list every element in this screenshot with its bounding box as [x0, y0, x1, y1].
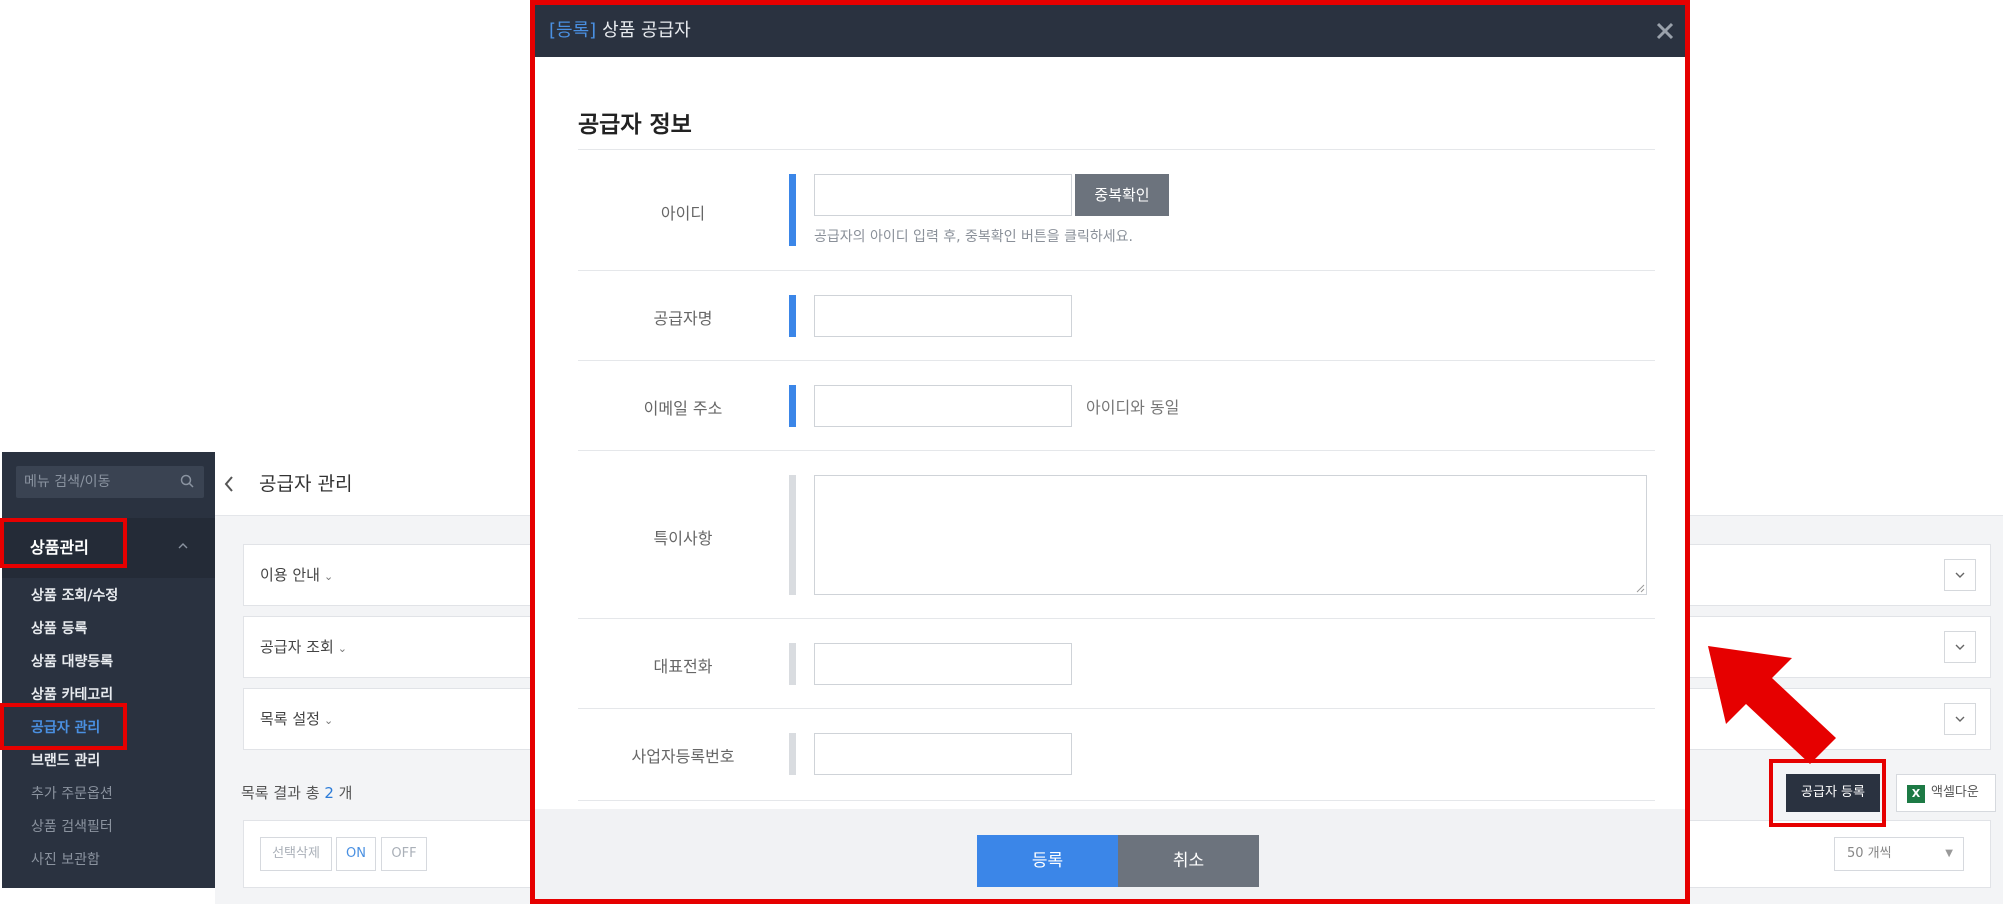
excel-icon: X — [1907, 785, 1925, 803]
supplier-form: 아이디 중복확인 공급자의 아이디 입력 후, 중복확인 버튼을 클릭하세요. … — [578, 149, 1655, 801]
search-panel-label: 공급자 조회 — [260, 638, 334, 656]
guide-panel-toggle[interactable] — [1944, 559, 1976, 591]
close-icon[interactable] — [1653, 19, 1677, 43]
supplier-register-modal: [등록] 상품 공급자 공급자 정보 아이디 중복확인 공급자의 아이디 입력 후… — [530, 0, 1690, 904]
required-indicator — [789, 174, 796, 246]
phone-label: 대표전화 — [653, 657, 713, 676]
per-page-value: 50 개씩 — [1847, 846, 1892, 861]
email-note: 아이디와 동일 — [1086, 398, 1180, 417]
caret-down-icon: ⌄ — [323, 570, 334, 583]
search-panel-toggle[interactable] — [1944, 631, 1976, 663]
phone-input[interactable] — [814, 643, 1072, 685]
guide-panel-title[interactable]: 이용 안내 ⌄ — [260, 545, 333, 607]
optional-indicator — [789, 733, 796, 775]
sidebar-item-photo-storage[interactable]: 사진 보관함 — [2, 844, 215, 877]
form-row-id: 아이디 중복확인 공급자의 아이디 입력 후, 중복확인 버튼을 클릭하세요. — [578, 150, 1655, 271]
caret-down-icon: ⌄ — [337, 642, 347, 655]
highlight-register-supplier — [1769, 759, 1886, 827]
highlight-supplier-management — [0, 703, 127, 750]
excel-download-label: 액셀다운 — [1931, 785, 1979, 800]
sidebar-item-product-search[interactable]: 상품 조회/수정 — [2, 580, 215, 613]
menu-search-placeholder: 메뉴 검색/이동 — [24, 474, 111, 490]
email-label: 이메일 주소 — [643, 399, 723, 418]
form-row-phone: 대표전화 — [578, 619, 1655, 709]
chevron-up-icon — [178, 543, 188, 549]
modal-title: [등록] 상품 공급자 — [549, 5, 691, 57]
chevron-down-icon — [1955, 572, 1965, 578]
arrow-up-left-icon — [1708, 646, 1836, 764]
sidebar-item-order-options[interactable]: 추가 주문옵션 — [2, 778, 215, 811]
modal-body: 공급자 정보 아이디 중복확인 공급자의 아이디 입력 후, 중복확인 버튼을 … — [535, 57, 1685, 809]
optional-indicator — [789, 475, 796, 595]
form-row-email: 이메일 주소 아이디와 동일 — [578, 361, 1655, 451]
duplicate-check-button[interactable]: 중복확인 — [1075, 174, 1169, 216]
menu-search-input[interactable]: 메뉴 검색/이동 — [16, 466, 204, 498]
per-page-select[interactable]: 50 개씩 ▼ — [1834, 837, 1964, 871]
search-panel-title[interactable]: 공급자 조회 ⌄ — [260, 617, 347, 679]
off-toggle-button[interactable]: OFF — [381, 837, 427, 871]
modal-title-tag: [등록] — [549, 20, 597, 41]
cancel-button[interactable]: 취소 — [1118, 835, 1259, 887]
highlight-product-management — [0, 518, 127, 568]
on-toggle-button[interactable]: ON — [336, 837, 376, 871]
id-input[interactable] — [814, 174, 1072, 216]
result-number: 2 — [324, 784, 334, 802]
list-settings-panel-label: 목록 설정 — [260, 710, 320, 728]
modal-footer: 등록 취소 — [535, 809, 1685, 899]
sidebar-item-search-filter[interactable]: 상품 검색필터 — [2, 811, 215, 844]
page-title: 공급자 관리 — [259, 473, 353, 495]
form-row-business-number: 사업자등록번호 — [578, 709, 1655, 801]
id-helper-text: 공급자의 아이디 입력 후, 중복확인 버튼을 클릭하세요. — [814, 229, 1133, 245]
optional-indicator — [789, 643, 796, 685]
sidebar-item-product-register[interactable]: 상품 등록 — [2, 613, 215, 646]
section-title: 공급자 정보 — [578, 112, 692, 138]
list-settings-panel-title[interactable]: 목록 설정 ⌄ — [260, 689, 333, 751]
email-input[interactable] — [814, 385, 1072, 427]
resize-grip-icon[interactable] — [1635, 583, 1645, 593]
supplier-name-input[interactable] — [814, 295, 1072, 337]
id-label: 아이디 — [660, 204, 706, 223]
chevron-down-icon — [1955, 644, 1965, 650]
business-number-input[interactable] — [814, 733, 1072, 775]
remarks-label: 특이사항 — [653, 529, 713, 548]
modal-title-text: 상품 공급자 — [602, 20, 691, 41]
result-count: 목록 결과 총 2 개 — [241, 782, 352, 803]
guide-panel-label: 이용 안내 — [260, 566, 320, 584]
chevron-left-icon[interactable] — [221, 474, 237, 494]
modal-header: [등록] 상품 공급자 — [535, 5, 1685, 57]
business-number-label: 사업자등록번호 — [631, 747, 735, 766]
list-settings-panel-toggle[interactable] — [1944, 703, 1976, 735]
delete-selected-button[interactable]: 선택삭제 — [260, 837, 332, 871]
sidebar-item-bulk-register[interactable]: 상품 대량등록 — [2, 646, 215, 679]
caret-down-icon: ▼ — [1945, 848, 1953, 859]
result-suffix: 개 — [338, 784, 353, 802]
caret-down-icon: ⌄ — [323, 714, 334, 727]
form-row-remarks: 특이사항 — [578, 451, 1655, 619]
chevron-down-icon — [1955, 716, 1965, 722]
name-label: 공급자명 — [653, 309, 713, 328]
result-prefix: 목록 결과 총 — [241, 784, 320, 802]
submit-button[interactable]: 등록 — [977, 835, 1118, 887]
remarks-textarea[interactable] — [814, 475, 1647, 595]
required-indicator — [789, 385, 796, 427]
form-row-name: 공급자명 — [578, 271, 1655, 361]
required-indicator — [789, 295, 796, 337]
search-icon[interactable] — [180, 474, 194, 488]
excel-download-button[interactable]: X 액셀다운 — [1896, 774, 1996, 812]
